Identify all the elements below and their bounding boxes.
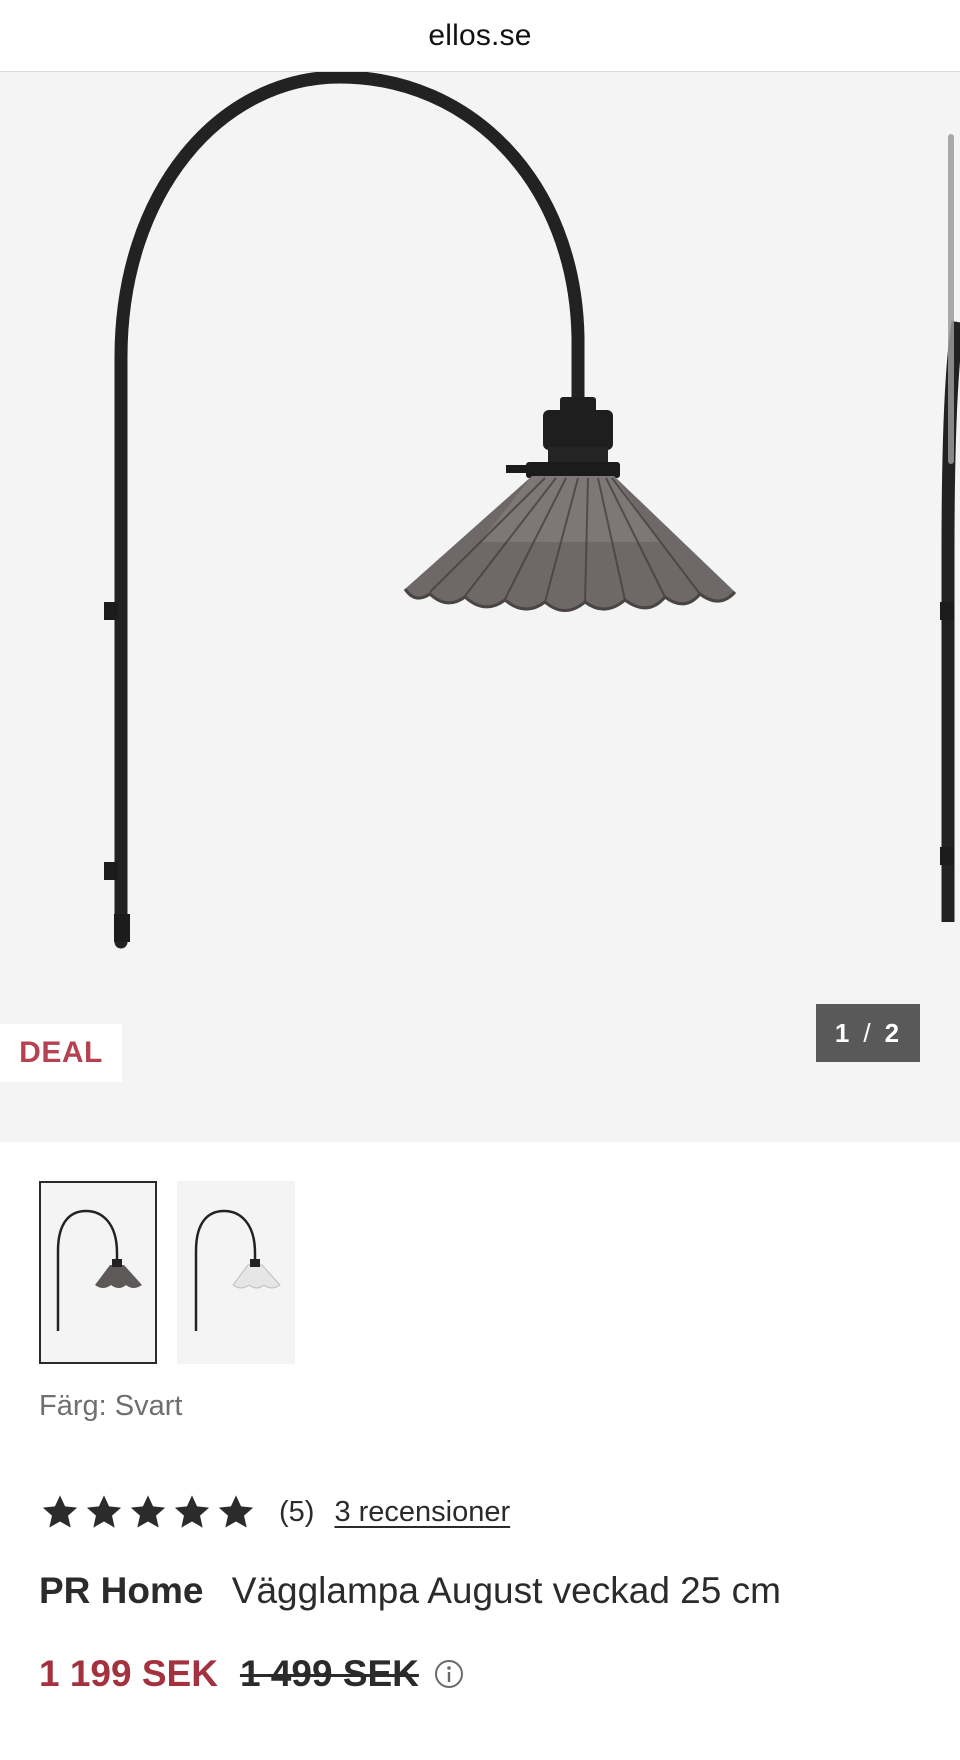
star-icon [86, 1495, 122, 1528]
deal-badge-label: DEAL [19, 1036, 103, 1069]
thumbnail-black[interactable] [39, 1181, 157, 1364]
product-title: PR Home Vägglampa August veckad 25 cm [39, 1570, 781, 1612]
star-icon [174, 1495, 210, 1528]
thumbnail-clear[interactable] [177, 1181, 295, 1364]
star-icon [218, 1495, 254, 1528]
reviews-link[interactable]: 3 recensioner [334, 1496, 510, 1529]
image-counter-current: 1 [834, 1017, 852, 1048]
thumbnail-strip [39, 1181, 295, 1364]
price-row: 1 199 SEK 1 499 SEK [39, 1648, 465, 1700]
star-icon [42, 1495, 78, 1528]
gallery-scrollbar[interactable] [948, 134, 954, 464]
price-original: 1 499 SEK [239, 1653, 419, 1694]
product-name: Vägglampa August veckad 25 cm [231, 1570, 781, 1611]
address-bar[interactable]: ellos.se [0, 0, 960, 72]
rating-count: (5) [279, 1495, 315, 1528]
image-counter-total: 2 [884, 1017, 902, 1048]
rating-stars [39, 1491, 257, 1533]
product-image-gallery[interactable]: DEAL 1 / 2 [0, 72, 960, 1142]
color-label: Färg: Svart [39, 1390, 183, 1422]
info-icon[interactable] [433, 1658, 465, 1690]
product-image [104, 72, 960, 949]
product-brand[interactable]: PR Home [39, 1570, 203, 1611]
rating-row: (5) 3 recensioner [39, 1490, 510, 1534]
thumbnail-clear-image [194, 1209, 281, 1331]
image-counter-separator: / [863, 1017, 873, 1048]
price-current: 1 199 SEK [39, 1653, 218, 1694]
site-domain: ellos.se [428, 18, 532, 52]
thumbnail-black-image [56, 1209, 142, 1331]
deal-badge: DEAL [0, 1024, 122, 1082]
star-icon [130, 1495, 166, 1528]
image-counter: 1 / 2 [816, 1004, 920, 1062]
